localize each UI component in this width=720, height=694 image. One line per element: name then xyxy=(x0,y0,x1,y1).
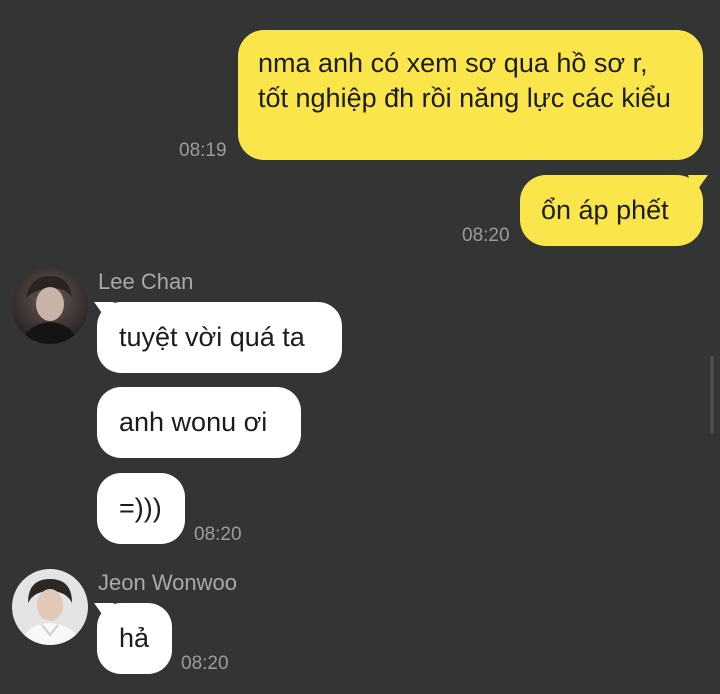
avatar-image xyxy=(12,268,88,344)
message-timestamp: 08:20 xyxy=(462,225,510,246)
outgoing-message-bubble[interactable]: ổn áp phết xyxy=(520,175,703,246)
sender-name: Jeon Wonwoo xyxy=(98,570,238,595)
avatar[interactable] xyxy=(12,569,88,645)
message-text: nma anh có xem sơ qua hồ sơ r, tốt nghiệ… xyxy=(258,48,671,113)
avatar-image xyxy=(12,569,88,645)
message-timestamp: 08:20 xyxy=(181,653,229,674)
message-text: ổn áp phết xyxy=(541,195,669,225)
avatar[interactable] xyxy=(12,268,88,344)
incoming-message-bubble[interactable]: hả xyxy=(97,603,172,674)
message-text: anh wonu ơi xyxy=(119,407,268,437)
incoming-message-bubble[interactable]: anh wonu ơi xyxy=(97,387,301,458)
incoming-message-bubble[interactable]: =))) xyxy=(97,473,185,544)
message-timestamp: 08:19 xyxy=(179,140,227,161)
incoming-message-bubble[interactable]: tuyệt vời quá ta xyxy=(97,302,342,373)
message-text: tuyệt vời quá ta xyxy=(119,322,305,352)
message-timestamp: 08:20 xyxy=(194,524,242,545)
bubble-tail xyxy=(688,175,708,195)
message-text: hả xyxy=(119,623,150,653)
sender-name: Lee Chan xyxy=(98,269,194,294)
scrollbar-thumb[interactable] xyxy=(710,356,714,434)
outgoing-message-bubble[interactable]: nma anh có xem sơ qua hồ sơ r, tốt nghiệ… xyxy=(238,30,703,160)
message-text: =))) xyxy=(119,493,162,523)
